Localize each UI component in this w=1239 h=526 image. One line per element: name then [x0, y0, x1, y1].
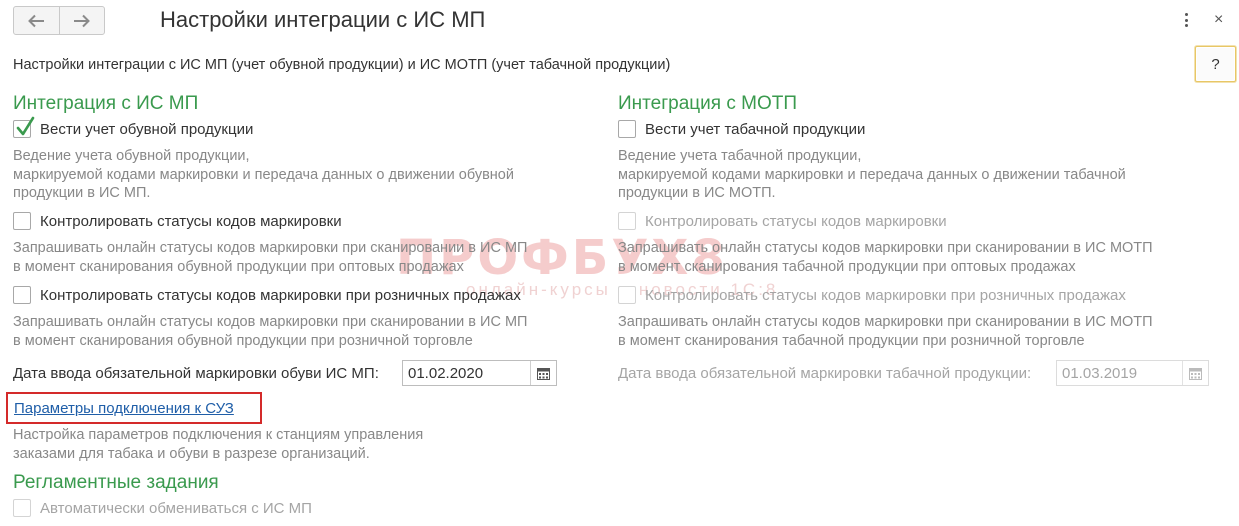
shoes-date-input[interactable]: 01.02.2020 [402, 360, 557, 386]
tobacco-retail-status-checkbox[interactable]: Контролировать статусы кодов маркировки … [618, 286, 1126, 304]
shoes-accounting-description: Ведение учета обувной продукции, маркиру… [13, 148, 514, 201]
shoes-status-control-checkbox[interactable]: Контролировать статусы кодов маркировки [13, 212, 342, 230]
shoes-status-control-description: Запрашивать онлайн статусы кодов маркиро… [13, 240, 528, 275]
navigation-buttons [13, 6, 105, 35]
shoes-retail-status-description: Запрашивать онлайн статусы кодов маркиро… [13, 314, 528, 349]
tobacco-date-input[interactable]: 01.03.2019 [1056, 360, 1209, 386]
checkbox-box[interactable] [618, 120, 636, 138]
shoes-accounting-checkbox[interactable]: Вести учет обувной продукции [13, 116, 254, 138]
checkbox-label: Вести учет табачной продукции [645, 120, 866, 138]
shoes-date-label: Дата ввода обязательной маркировки обуви… [13, 365, 379, 382]
calendar-icon [1189, 367, 1202, 380]
checkbox-box[interactable] [618, 286, 636, 304]
checkbox-box[interactable] [13, 212, 31, 230]
more-actions-icon[interactable] [1180, 10, 1192, 30]
calendar-icon [537, 367, 550, 380]
checkbox-box[interactable] [13, 286, 31, 304]
arrow-left-icon [28, 14, 45, 27]
tobacco-status-control-description: Запрашивать онлайн статусы кодов маркиро… [618, 240, 1153, 275]
date-value[interactable]: 01.02.2020 [403, 365, 530, 382]
forward-button[interactable] [58, 7, 105, 34]
checkbox-label: Вести учет обувной продукции [40, 120, 254, 138]
checkbox-box[interactable] [13, 499, 31, 517]
checkbox-label: Контролировать статусы кодов маркировки [645, 212, 947, 230]
checkbox-label: Контролировать статусы кодов маркировки [40, 212, 342, 230]
section-title-motp: Интеграция с МОТП [618, 93, 797, 114]
checkbox-label: Контролировать статусы кодов маркировки … [645, 286, 1126, 304]
section-title-scheduled: Регламентные задания [13, 472, 219, 493]
auto-exchange-checkbox[interactable]: Автоматически обмениваться с ИС МП [13, 499, 312, 517]
back-button[interactable] [14, 7, 59, 34]
checkbox-box[interactable] [618, 212, 636, 230]
checkbox-box[interactable] [13, 116, 35, 138]
checkbox-label: Контролировать статусы кодов маркировки … [40, 286, 521, 304]
arrow-right-icon [73, 14, 90, 27]
close-icon[interactable]: × [1214, 10, 1223, 30]
shoes-retail-status-checkbox[interactable]: Контролировать статусы кодов маркировки … [13, 286, 521, 304]
calendar-button[interactable] [530, 361, 556, 385]
section-title-ismp: Интеграция с ИС МП [13, 93, 199, 114]
form-subtitle: Настройки интеграции с ИС МП (учет обувн… [13, 57, 671, 73]
suz-connection-description: Настройка параметров подключения к станц… [13, 427, 424, 462]
tobacco-status-control-checkbox[interactable]: Контролировать статусы кодов маркировки [618, 212, 947, 230]
checkmark-icon [16, 116, 35, 136]
help-button[interactable]: ? [1195, 46, 1236, 82]
calendar-button[interactable] [1182, 361, 1208, 385]
tobacco-retail-status-description: Запрашивать онлайн статусы кодов маркиро… [618, 314, 1153, 349]
tobacco-date-label: Дата ввода обязательной маркировки табач… [618, 365, 1032, 382]
date-value[interactable]: 01.03.2019 [1057, 365, 1182, 382]
tobacco-accounting-description: Ведение учета табачной продукции, маркир… [618, 148, 1126, 201]
tobacco-accounting-checkbox[interactable]: Вести учет табачной продукции [618, 120, 865, 138]
suz-connection-settings-link[interactable]: Параметры подключения к СУЗ [14, 400, 234, 417]
checkbox-label: Автоматически обмениваться с ИС МП [40, 499, 312, 517]
window-title: Настройки интеграции с ИС МП [160, 7, 486, 32]
